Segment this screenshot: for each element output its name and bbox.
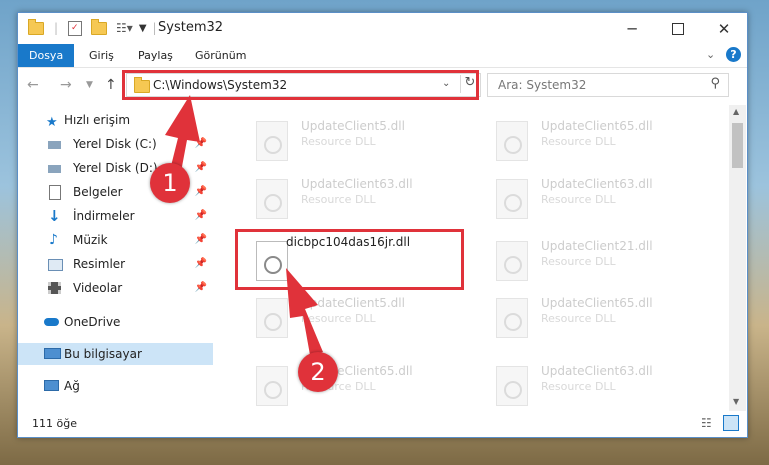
dll-file-icon (496, 179, 528, 219)
dll-file-icon (496, 298, 528, 338)
forward-button[interactable]: → (60, 77, 72, 93)
callout-badge-1: 1 (150, 163, 190, 203)
back-button[interactable]: ← (27, 77, 39, 93)
up-button[interactable]: ↑ (105, 77, 117, 93)
dll-file-icon (256, 298, 288, 338)
expand-ribbon-icon[interactable]: ⌄ (706, 48, 715, 61)
drive-icon (48, 141, 61, 149)
search-box[interactable]: Ara: System32 ⚲ (487, 73, 729, 97)
ribbon-tabs: Dosya Giriş Paylaş Görünüm ⌄ ? (18, 44, 747, 68)
nav-music[interactable]: ♪ Müzik 📌 (18, 229, 213, 251)
folder-icon (28, 18, 44, 35)
file-item[interactable]: UpdateClient65.dll Resource DLL (478, 115, 698, 171)
pin-icon[interactable]: 📌 (195, 133, 207, 155)
recent-locations-chevron-icon[interactable]: ▼ (86, 80, 93, 90)
status-bar: 111 öğe ☷ (18, 411, 747, 437)
separator: | (54, 21, 59, 35)
pin-icon[interactable]: 📌 (195, 181, 207, 203)
pictures-icon (48, 259, 63, 271)
scrollbar-thumb[interactable] (732, 123, 743, 168)
maximize-button[interactable] (655, 13, 701, 44)
dll-file-icon (256, 121, 288, 161)
properties-icon[interactable]: ✓ (68, 20, 83, 36)
music-note-icon: ♪ (49, 232, 58, 248)
nav-pictures[interactable]: Resimler 📌 (18, 253, 213, 275)
minimize-icon: ─ (627, 19, 637, 38)
drive-icon (48, 165, 61, 173)
file-item[interactable]: UpdateClient63.dll Resource DLL (478, 173, 698, 229)
separator: | (152, 21, 157, 35)
tab-share[interactable]: Paylaş (127, 44, 184, 67)
file-item[interactable]: UpdateClient5.dll Resource DLL (238, 115, 458, 171)
tab-home[interactable]: Giriş (78, 44, 125, 67)
pin-icon[interactable]: 📌 (195, 157, 207, 179)
details-view-icon[interactable]: ☷ (701, 416, 712, 430)
new-folder-icon[interactable] (91, 18, 108, 35)
film-icon (48, 282, 61, 294)
dll-file-icon (256, 366, 288, 406)
chevron-down-icon[interactable]: ▼ (139, 23, 147, 34)
pin-icon[interactable]: 📌 (195, 205, 207, 227)
quick-access-toolbar: | ✓ ☷▾ ▼ | (28, 18, 157, 37)
network-icon (44, 380, 59, 391)
nav-onedrive[interactable]: OneDrive (18, 311, 213, 333)
file-item[interactable]: UpdateClient21.dll Resource DLL (478, 235, 698, 291)
scroll-up-icon[interactable]: ▲ (733, 107, 739, 116)
large-icons-view-icon[interactable] (723, 415, 739, 431)
address-highlight-box (122, 70, 479, 100)
navigation-pane: ★ Hızlı erişim Yerel Disk (C:) 📌 Yerel D… (18, 105, 213, 411)
dll-file-icon (496, 121, 528, 161)
nav-local-disk-c[interactable]: Yerel Disk (C:) 📌 (18, 133, 213, 155)
dll-file-icon (496, 366, 528, 406)
customize-toolbar-icon[interactable]: ☷▾ (116, 21, 133, 35)
title-bar: | ✓ ☷▾ ▼ | System32 ─ ✕ (18, 13, 747, 44)
dll-file-icon (256, 179, 288, 219)
pin-icon[interactable]: 📌 (195, 277, 207, 299)
file-item[interactable]: UpdateClient63.dll Resource DLL (478, 360, 698, 411)
item-count: 111 öğe (32, 417, 77, 430)
nav-network[interactable]: Ağ (18, 375, 213, 397)
close-icon: ✕ (717, 19, 731, 38)
search-icon: ⚲ (710, 76, 720, 91)
search-input[interactable]: Ara: System32 (498, 78, 586, 92)
help-icon[interactable]: ? (726, 47, 741, 62)
tab-file[interactable]: Dosya (18, 44, 74, 67)
file-item[interactable]: UpdateClient65.dll Resource DLL (478, 292, 698, 348)
nav-videos[interactable]: Videolar 📌 (18, 277, 213, 299)
file-item[interactable]: UpdateClient5.dll Resource DLL (238, 292, 458, 348)
cloud-icon (44, 318, 59, 326)
nav-quick-access[interactable]: ★ Hızlı erişim (18, 109, 213, 131)
minimize-button[interactable]: ─ (609, 13, 655, 44)
download-arrow-icon: ↓ (48, 207, 61, 225)
vertical-scrollbar[interactable]: ▲ ▼ (729, 105, 746, 411)
window-title: System32 (158, 20, 224, 35)
maximize-icon (672, 22, 684, 35)
callout-badge-2: 2 (298, 352, 338, 392)
tab-view[interactable]: Görünüm (184, 44, 257, 67)
file-item[interactable]: UpdateClient63.dll Resource DLL (238, 173, 458, 229)
dll-file-icon (496, 241, 528, 281)
nav-downloads[interactable]: ↓ İndirmeler 📌 (18, 205, 213, 227)
document-icon (49, 185, 61, 200)
file-highlight-box (235, 229, 464, 290)
nav-this-pc[interactable]: Bu bilgisayar (18, 343, 213, 365)
pin-icon[interactable]: 📌 (195, 253, 207, 275)
scroll-down-icon[interactable]: ▼ (733, 397, 739, 406)
computer-icon (44, 348, 61, 359)
file-item[interactable]: UpdateClient65.dll Resource DLL (238, 360, 458, 411)
star-icon: ★ (46, 115, 58, 130)
pin-icon[interactable]: 📌 (195, 229, 207, 251)
close-button[interactable]: ✕ (701, 13, 747, 44)
